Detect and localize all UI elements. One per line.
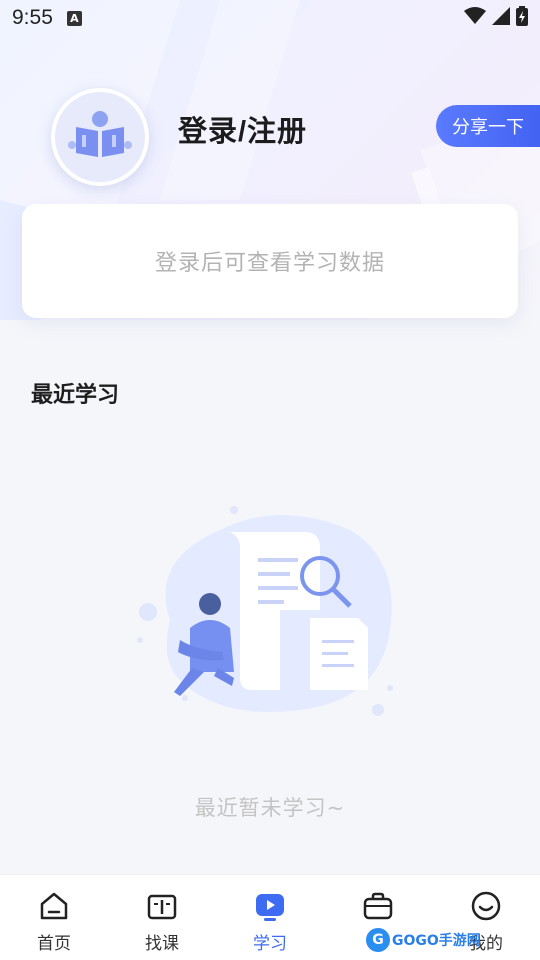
wifi-icon (464, 6, 486, 30)
share-button[interactable]: 分享一下 (436, 105, 540, 147)
study-data-card[interactable]: 登录后可查看学习数据 (22, 204, 518, 318)
nav-item-home[interactable]: 首页 (0, 875, 108, 960)
nav-item-study[interactable]: 学习 (216, 875, 324, 960)
home-icon (37, 889, 71, 923)
signal-icon (492, 6, 510, 30)
smile-face-icon (469, 889, 503, 923)
nav-label-home: 首页 (37, 934, 71, 954)
login-register-link[interactable]: 登录/注册 (178, 108, 307, 150)
login-hint-text: 登录后可查看学习数据 (154, 251, 385, 276)
status-time: 9:55 (12, 6, 53, 29)
status-bar: 9:55 A (0, 0, 540, 36)
watermark-logo: G (366, 928, 390, 952)
watermark: G GOGO手游网 (366, 926, 481, 954)
avatar[interactable] (51, 88, 149, 186)
nav-label-study: 学习 (253, 934, 287, 954)
text-a-icon: A (66, 10, 82, 26)
nav-item-find-course[interactable]: 找课 (108, 875, 216, 960)
battery-charging-icon (516, 5, 528, 31)
bag-icon (361, 889, 395, 923)
status-icons (464, 5, 528, 31)
empty-study-illustration (130, 500, 410, 730)
study-screen: 9:55 A 登录/注册 分享一下 登录后可查看学习数据 最近学习 最近暂未学习… (0, 0, 540, 960)
recent-study-title: 最近学习 (31, 383, 120, 408)
nav-label-find-course: 找课 (145, 934, 179, 954)
empty-study-message: 最近暂未学习~ (194, 796, 346, 820)
watermark-text: GOGO手游网 (392, 933, 481, 949)
open-book-icon (145, 889, 179, 923)
book-reader-icon (68, 109, 132, 165)
play-icon (253, 889, 287, 923)
